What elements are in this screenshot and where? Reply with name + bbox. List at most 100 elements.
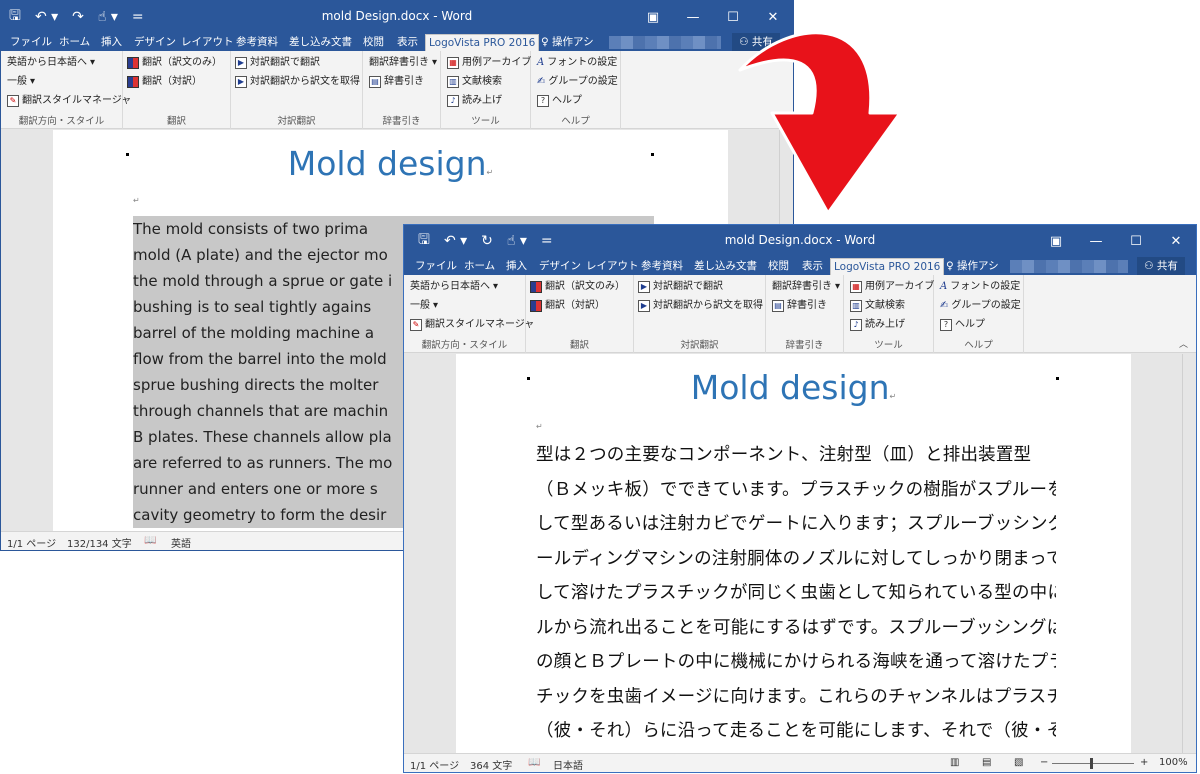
lightbulb-icon: ♀ [541,36,549,48]
tab-design[interactable]: デザイン [536,258,584,275]
group-label: 翻訳方向・スタイル [18,116,105,127]
read-aloud-button[interactable]: ♪ 読み上げ [850,318,905,332]
tell-me-box[interactable]: ♀ 操作アシ [946,258,999,274]
get-translation-button[interactable]: ▶ 対訳翻訳から訳文を取得 [638,299,763,313]
group-settings-button[interactable]: ✍ グループの設定 [537,75,618,89]
tab-review[interactable]: 校閲 [360,34,387,51]
word-count[interactable]: 364 文字 [470,757,512,772]
translate-only-button[interactable]: 翻訳（訳文のみ） [530,280,625,294]
direction-dropdown[interactable]: 英語から日本語へ ▾ [410,280,498,294]
direction-dropdown[interactable]: 英語から日本語へ ▾ [7,56,95,70]
zoom-in-icon[interactable]: + [1140,757,1148,768]
tab-view[interactable]: 表示 [394,34,421,51]
font-settings-button[interactable]: A フォントの設定 [537,56,617,70]
page-count[interactable]: 1/1 ページ [410,757,459,772]
get-translation-button[interactable]: ▶ 対訳翻訳から訳文を取得 [235,75,360,89]
read-mode-icon[interactable]: ▥ [950,757,959,768]
maximize-icon[interactable]: ☐ [1116,225,1156,257]
tab-file[interactable]: ファイル [412,258,460,275]
group-label: 辞書引き [382,116,421,127]
document-page[interactable]: Mold design↵ ↵ 型は２つの主要なコンポーネント、注射型（皿）と排出… [456,354,1131,753]
print-layout-icon[interactable]: ▤ [982,757,991,768]
parallel-translate-button[interactable]: ▶ 対訳翻訳で翻訳 [638,280,723,294]
tab-design[interactable]: デザイン [131,34,179,51]
parallel-translate-button[interactable]: ▶ 対訳翻訳で翻訳 [235,56,320,70]
style-manager-button[interactable]: ✎ 翻訳スタイルマネージャ [7,94,131,108]
document-body[interactable]: 型は２つの主要なコンポーネント、注射型（皿）と排出装置型 （Ｂメッキ板）でできて… [536,438,1056,749]
tab-view[interactable]: 表示 [799,258,826,275]
word-count[interactable]: 132/134 文字 [67,535,132,550]
parallel-translate-icon: ▶ [638,281,650,293]
text-line: して溶けたプラスチックが同じく虫歯として知られている型の中にバレ [536,583,1056,603]
help-button[interactable]: ? ヘルプ [940,318,985,332]
style-manager-icon: ✎ [410,319,422,331]
proofing-icon[interactable]: 📖 [528,757,540,768]
tab-layout[interactable]: レイアウト [178,34,237,51]
tab-mailings[interactable]: 差し込み文書 [691,258,760,275]
translate-parallel-button[interactable]: 翻訳（対訳） [127,75,202,89]
archive-icon: ▦ [447,57,459,69]
vertical-scrollbar[interactable] [1182,354,1196,753]
group-label: 辞書引き [785,340,824,351]
dictionary-lookup-button[interactable]: ▤ 辞書引き [772,299,827,313]
literature-search-icon: ▥ [850,300,862,312]
translation-dictionary-dropdown[interactable]: 翻訳辞書引き ▾ [772,280,840,294]
proofing-icon[interactable]: 📖 [144,535,156,546]
ribbon-display-options-icon[interactable]: ▣ [633,1,673,33]
domain-dropdown[interactable]: 一般 ▾ [7,75,35,89]
tell-me-box[interactable]: ♀ 操作アシ [541,34,594,50]
group-help: A フォントの設定 ✍ グループの設定 ? ヘルプ ヘルプ [934,275,1024,353]
group-dictionary: 翻訳辞書引き ▾ ▤ 辞書引き 辞書引き [766,275,844,353]
help-icon: ? [537,95,549,107]
tab-insert[interactable]: 挿入 [503,258,530,275]
zoom-slider-thumb[interactable] [1090,758,1093,769]
group-settings-button[interactable]: ✍ グループの設定 [940,299,1021,313]
tab-home[interactable]: ホーム [461,258,498,275]
tab-logovista[interactable]: LogoVista PRO 2016 [830,258,945,275]
dictionary-icon: ▤ [772,300,784,312]
read-aloud-button[interactable]: ♪ 読み上げ [447,94,502,108]
dictionary-lookup-button[interactable]: ▤ 辞書引き [369,75,424,89]
group-dictionary: 翻訳辞書引き ▾ ▤ 辞書引き 辞書引き [363,51,441,129]
web-layout-icon[interactable]: ▧ [1014,757,1023,768]
ribbon-display-options-icon[interactable]: ▣ [1036,225,1076,257]
tab-review[interactable]: 校閲 [765,258,792,275]
style-manager-icon: ✎ [7,95,19,107]
share-button[interactable]: ⚇ 共有 [1137,257,1185,275]
domain-dropdown[interactable]: 一般 ▾ [410,299,438,313]
help-button[interactable]: ? ヘルプ [537,94,582,108]
tab-home[interactable]: ホーム [56,34,93,51]
collapse-ribbon-icon[interactable]: ︿ [1179,337,1188,350]
group-translation-direction: 英語から日本語へ ▾ 一般 ▾ ✎ 翻訳スタイルマネージャ 翻訳方向・スタイル [404,275,534,353]
tab-file[interactable]: ファイル [7,34,55,51]
style-manager-button[interactable]: ✎ 翻訳スタイルマネージャ [410,318,534,332]
minimize-icon[interactable]: — [673,1,713,33]
zoom-out-icon[interactable]: − [1040,757,1048,768]
tab-logovista[interactable]: LogoVista PRO 2016 [425,34,540,51]
zoom-level[interactable]: 100% [1159,757,1188,768]
language[interactable]: 英語 [171,535,191,550]
zoom-slider-track[interactable] [1052,763,1134,764]
translation-dictionary-dropdown[interactable]: 翻訳辞書引き ▾ [369,56,437,70]
page-count[interactable]: 1/1 ページ [7,535,56,550]
group-label: 翻訳 [166,116,186,127]
tab-references[interactable]: 参考資料 [638,258,686,275]
tab-references[interactable]: 参考資料 [233,34,281,51]
translate-parallel-button[interactable]: 翻訳（対訳） [530,299,605,313]
translate-only-button[interactable]: 翻訳（訳文のみ） [127,56,222,70]
text-line: ールディングマシンの注射胴体のノズルに対してしっかり閉まって、そ [536,548,1056,569]
example-archive-button[interactable]: ▦ 用例アーカイブ [850,280,934,294]
literature-search-button[interactable]: ▥ 文献検索 [447,75,502,89]
example-archive-button[interactable]: ▦ 用例アーカイブ [447,56,531,70]
minimize-icon[interactable]: — [1076,225,1116,257]
group-translation-direction: 英語から日本語へ ▾ 一般 ▾ ✎ 翻訳スタイルマネージャ 翻訳方向・スタイル [1,51,131,129]
literature-search-button[interactable]: ▥ 文献検索 [850,299,905,313]
font-settings-button[interactable]: A フォントの設定 [940,280,1020,294]
tab-layout[interactable]: レイアウト [583,258,642,275]
text-line: （Ｂメッキ板）でできています。プラスチックの樹脂がスプルーを通 [536,479,1056,500]
language[interactable]: 日本語 [553,757,583,772]
close-icon[interactable]: ✕ [1156,225,1196,257]
red-arrow-graphic [738,31,902,215]
tab-mailings[interactable]: 差し込み文書 [286,34,355,51]
tab-insert[interactable]: 挿入 [98,34,125,51]
